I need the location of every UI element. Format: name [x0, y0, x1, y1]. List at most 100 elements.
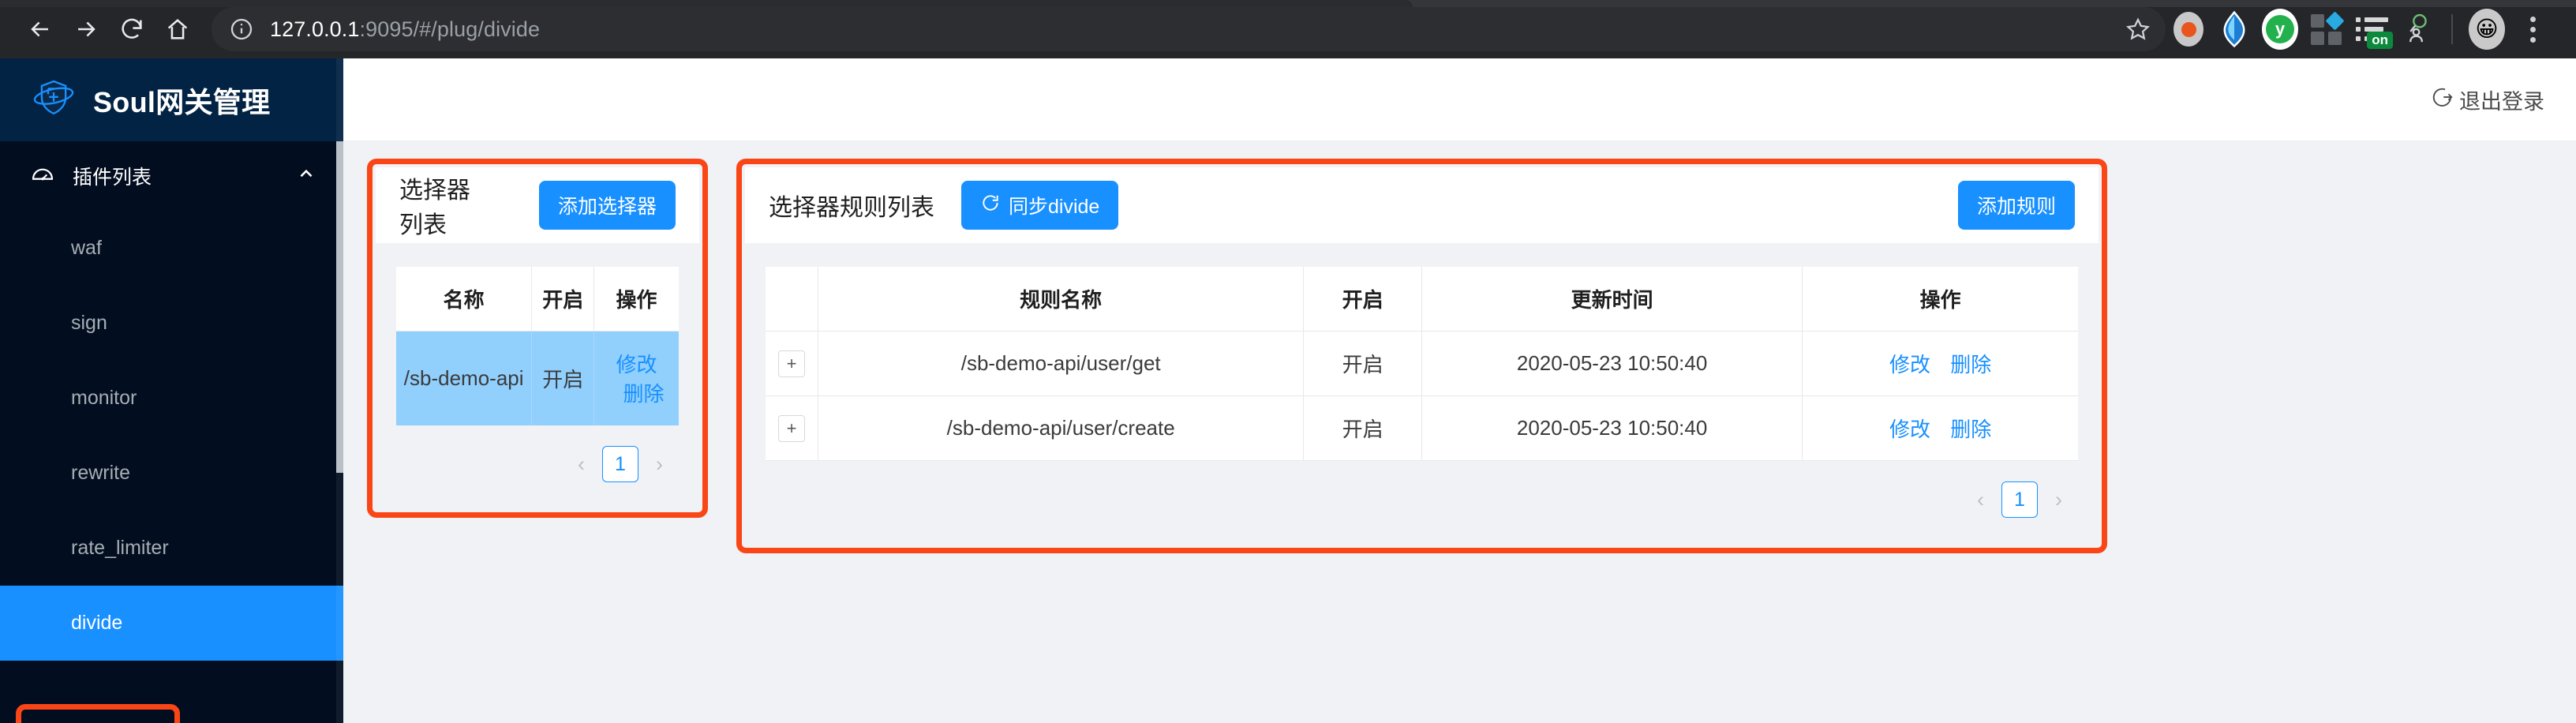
annotation-box-selector-panel: 选择器列表 添加选择器 名称 开启 操作 [367, 159, 708, 518]
pagination-next-icon[interactable]: › [651, 452, 668, 477]
cell-rule-enabled: 开启 [1304, 332, 1422, 396]
address-bar[interactable]: 127.0.0.1:9095/#/plug/divide [212, 7, 2166, 51]
sync-divide-label: 同步divide [1009, 191, 1099, 219]
home-icon [164, 16, 191, 43]
sidebar-item-rewrite[interactable]: rewrite [0, 436, 343, 511]
column-header-updated: 更新时间 [1421, 267, 1802, 332]
dashboard-gauge-icon [30, 161, 55, 192]
sync-divide-button[interactable]: 同步divide [961, 181, 1118, 230]
chevron-up-icon[interactable] [296, 163, 316, 189]
logout-label: 退出登录 [2459, 84, 2544, 115]
main-area: 选择器列表 添加选择器 名称 开启 操作 [343, 141, 2576, 723]
rules-panel-header: 选择器规则列表 同步divide 添加规则 [745, 167, 2099, 243]
expand-row-button[interactable]: + [778, 350, 805, 377]
rules-pagination: ‹ 1 › [766, 461, 2078, 524]
sidebar: Soul网关管理 插件列表 waf sign [0, 58, 343, 723]
add-selector-button[interactable]: 添加选择器 [539, 181, 676, 230]
add-rule-button[interactable]: 添加规则 [1958, 181, 2075, 230]
rules-panel-title: 选择器规则列表 [769, 188, 934, 223]
column-header-actions: 操作 [594, 267, 679, 332]
sidebar-item-divide[interactable]: divide [0, 586, 343, 661]
cell-selector-actions: 修改 删除 [594, 332, 679, 425]
delete-link[interactable]: 删除 [1950, 418, 1991, 441]
pagination-page-1[interactable]: 1 [602, 446, 638, 482]
pagination-page-1[interactable]: 1 [2001, 481, 2038, 518]
logout-button[interactable]: 退出登录 [2431, 84, 2544, 115]
extension-search-person[interactable] [2394, 6, 2440, 52]
cell-rule-name: /sb-demo-api/user/create [818, 396, 1304, 461]
browser-menu-icon [2530, 17, 2536, 43]
cell-expand: + [766, 396, 818, 461]
address-bar-url: 127.0.0.1:9095/#/plug/divide [270, 17, 2115, 42]
pagination-next-icon[interactable]: › [2050, 488, 2067, 512]
sync-refresh-icon [980, 193, 1001, 219]
sidebar-item-label: waf [71, 237, 102, 260]
annotation-highlight-divide [16, 704, 180, 723]
cell-expand: + [766, 332, 818, 396]
sidebar-item-label: rewrite [71, 462, 130, 485]
delete-link[interactable]: 删除 [623, 382, 665, 406]
extension-yandex-label: y [2266, 15, 2294, 43]
edit-link[interactable]: 修改 [1889, 353, 1930, 376]
sidebar-item-rate-limiter[interactable]: rate_limiter [0, 511, 343, 586]
expand-row-button[interactable]: + [778, 415, 805, 442]
table-row[interactable]: + /sb-demo-api/user/create 开启 2020-05-23… [766, 396, 2078, 461]
site-info-icon[interactable] [229, 17, 254, 42]
bookmark-star-icon[interactable] [2125, 16, 2151, 43]
sidebar-item-monitor[interactable]: monitor [0, 361, 343, 436]
rules-panel-body: 规则名称 开启 更新时间 操作 + [745, 243, 2099, 545]
cell-rule-actions: 修改 删除 [1803, 396, 2078, 461]
delete-link[interactable]: 删除 [1950, 353, 1991, 376]
extension-blue-drop[interactable] [2211, 6, 2257, 52]
blue-drop-icon [2219, 11, 2249, 47]
magnifier-person-icon [2403, 12, 2432, 47]
forward-arrow-icon [73, 16, 99, 43]
home-button[interactable] [155, 6, 200, 52]
cell-rule-actions: 修改 删除 [1803, 332, 2078, 396]
sidebar-item-label: divide [71, 612, 122, 635]
back-arrow-icon [27, 16, 54, 43]
forward-button[interactable] [63, 6, 109, 52]
cell-selector-name: /sb-demo-api [396, 332, 532, 425]
adblock-on-badge: on [2367, 32, 2393, 49]
back-button[interactable] [17, 6, 63, 52]
extension-icons: y on 😀 [2166, 6, 2555, 52]
top-bar: 退出登录 [343, 58, 2576, 141]
selector-panel-body: 名称 开启 操作 /sb-demo-api 开启 [376, 243, 699, 509]
extension-adblock[interactable]: on [2349, 6, 2394, 52]
grid-squares-icon [2311, 14, 2342, 45]
table-header-row: 名称 开启 操作 [396, 267, 679, 332]
selector-pagination: ‹ 1 › [396, 425, 679, 489]
sidebar-item-label: rate_limiter [71, 537, 169, 560]
cell-rule-updated: 2020-05-23 10:50:40 [1421, 332, 1802, 396]
cell-rule-enabled: 开启 [1304, 396, 1422, 461]
logout-icon [2431, 85, 2454, 114]
sidebar-scrollbar[interactable] [336, 58, 343, 723]
sidebar-group-plugin-list[interactable]: 插件列表 [0, 141, 343, 211]
reload-button[interactable] [109, 6, 155, 52]
brand-header[interactable]: Soul网关管理 [0, 58, 343, 141]
pagination-prev-icon[interactable]: ‹ [573, 452, 590, 477]
sidebar-item-sign[interactable]: sign [0, 286, 343, 361]
toolbar-divider [2451, 14, 2453, 44]
selector-table: 名称 开启 操作 /sb-demo-api 开启 [396, 267, 679, 425]
table-row[interactable]: + /sb-demo-api/user/get 开启 2020-05-23 10… [766, 332, 2078, 396]
extension-orange-dot[interactable] [2166, 6, 2211, 52]
browser-menu-button[interactable] [2510, 6, 2555, 52]
extension-yandex[interactable]: y [2257, 6, 2303, 52]
column-header-actions: 操作 [1803, 267, 2078, 332]
cell-rule-updated: 2020-05-23 10:50:40 [1421, 396, 1802, 461]
pagination-prev-icon[interactable]: ‹ [1972, 488, 1989, 512]
edit-link[interactable]: 修改 [616, 353, 657, 376]
avatar[interactable]: 😀 [2464, 6, 2510, 52]
selector-panel: 选择器列表 添加选择器 名称 开启 操作 [376, 167, 699, 509]
selector-panel-title: 选择器列表 [399, 170, 485, 240]
url-path: :9095/#/plug/divide [360, 17, 541, 41]
extension-grid[interactable] [2303, 6, 2349, 52]
reload-icon [118, 16, 145, 43]
url-host: 127.0.0.1 [270, 17, 360, 41]
table-row[interactable]: /sb-demo-api 开启 修改 删除 [396, 332, 679, 425]
sidebar-item-waf[interactable]: waf [0, 211, 343, 286]
edit-link[interactable]: 修改 [1889, 418, 1930, 441]
column-header-expand [766, 267, 818, 332]
